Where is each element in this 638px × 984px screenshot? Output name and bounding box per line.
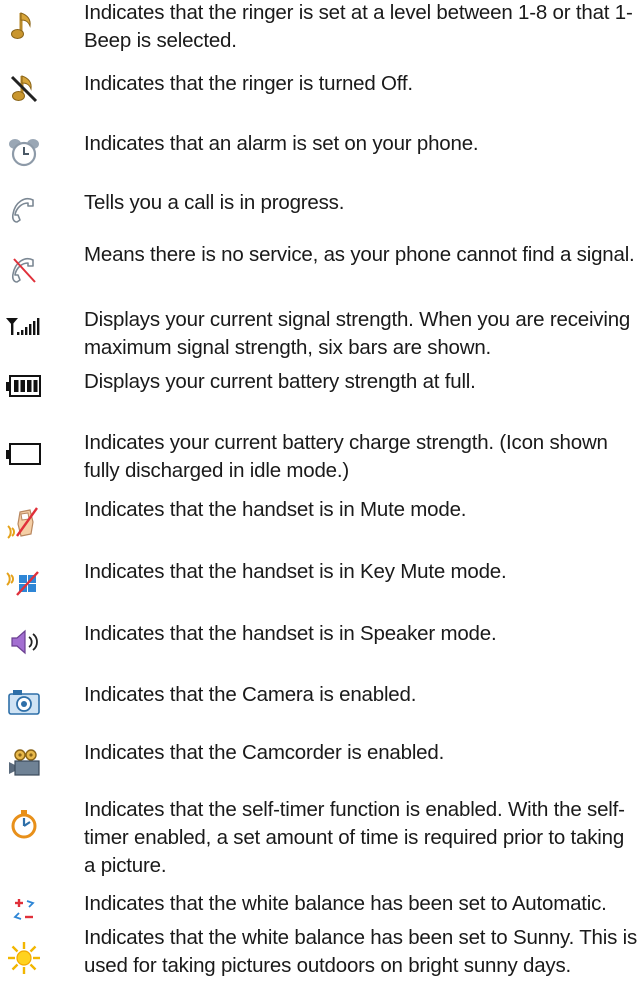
ringer-note-icon <box>2 6 46 46</box>
key-mute-icon <box>2 562 46 602</box>
ringer-off-icon <box>2 68 46 108</box>
call-in-progress-icon <box>2 190 46 230</box>
camcorder-icon <box>2 742 46 782</box>
row-description: Indicates that the handset is in Key Mut… <box>84 560 507 583</box>
alarm-clock-icon <box>2 132 46 172</box>
row-description: Indicates that the white balance has bee… <box>84 926 638 977</box>
icon-legend-list: Indicates that the ringer is set at a le… <box>0 0 638 984</box>
white-balance-auto-icon <box>2 890 46 930</box>
row-description: Indicates that the Camcorder is enabled. <box>84 741 445 764</box>
row-description: Indicates that the self-timer function i… <box>84 798 625 877</box>
row-description: Means there is no service, as your phone… <box>84 243 635 266</box>
signal-strength-icon <box>2 306 46 346</box>
row-description: Displays your current signal strength. W… <box>84 308 631 359</box>
row-description: Indicates that an alarm is set on your p… <box>84 132 479 155</box>
no-service-icon <box>2 250 46 290</box>
mute-mode-icon <box>2 502 46 542</box>
white-balance-sunny-icon <box>2 938 46 978</box>
row-description: Indicates that the ringer is turned Off. <box>84 72 413 95</box>
row-description: Tells you a call is in progress. <box>84 191 345 214</box>
row-description: Indicates that the ringer is set at a le… <box>84 1 633 52</box>
battery-empty-icon <box>2 434 46 474</box>
camera-icon <box>2 682 46 722</box>
row-description: Indicates your current battery charge st… <box>84 431 608 482</box>
row-description: Indicates that the handset is in Mute mo… <box>84 498 467 521</box>
battery-full-icon <box>2 366 46 406</box>
self-timer-icon <box>2 804 46 844</box>
row-description: Displays your current battery strength a… <box>84 370 476 393</box>
row-description: Indicates that the Camera is enabled. <box>84 683 417 706</box>
row-description: Indicates that the handset is in Speaker… <box>84 622 497 645</box>
speaker-icon <box>2 622 46 662</box>
row-description: Indicates that the white balance has bee… <box>84 892 607 915</box>
